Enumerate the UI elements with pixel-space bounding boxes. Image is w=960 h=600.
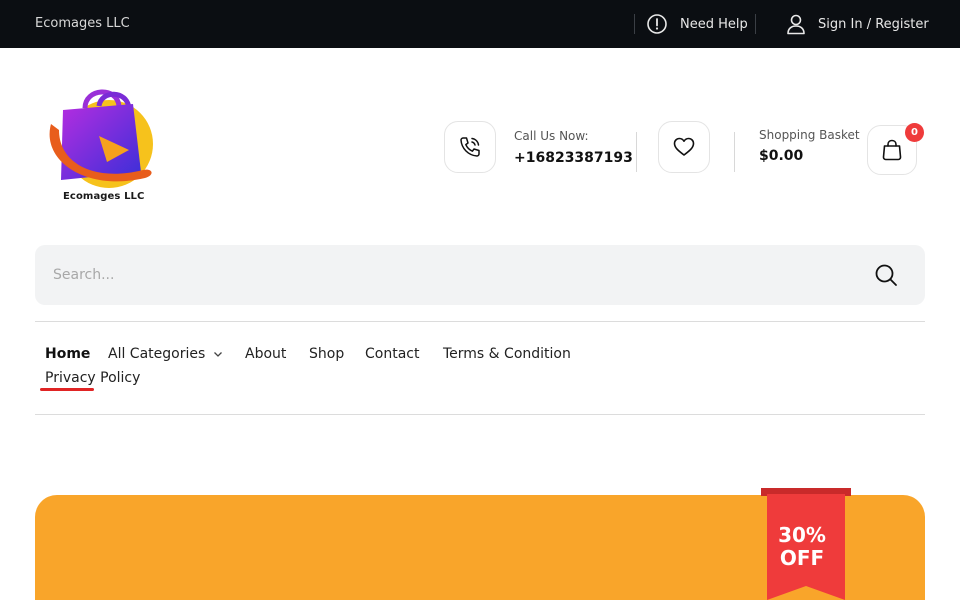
site-logo[interactable] [45,80,157,208]
search-input[interactable] [35,245,855,305]
discount-ribbon-text: 30% OFF [770,524,834,570]
basket-total: $0.00 [759,148,804,164]
user-icon [787,14,805,35]
nav-shop[interactable]: Shop [309,346,344,362]
search-icon [875,264,897,286]
nav-terms-condition[interactable]: Terms & Condition [443,346,571,362]
phone-number[interactable]: +16823387193 [514,150,633,166]
nav-active-underline [40,388,94,391]
nav-all-categories-label: All Categories [108,346,206,362]
nav-contact[interactable]: Contact [365,346,419,362]
header-divider [636,132,637,172]
shopping-bag-icon [882,139,902,161]
discount-off: OFF [779,546,825,570]
call-us-label: Call Us Now: [514,129,589,143]
nav-privacy-policy[interactable]: Privacy Policy [45,370,140,386]
nav-top-divider [35,321,925,322]
search-button[interactable] [873,262,899,288]
nav-about[interactable]: About [245,346,286,362]
shopping-bag-logo-icon [49,89,153,188]
chevron-down-icon [214,352,223,357]
need-help-link[interactable]: Need Help [646,13,748,35]
sign-in-register-label: Sign In / Register [818,16,929,32]
top-bar-brand: Ecomages LLC [35,16,130,31]
heart-icon [673,137,695,156]
alert-circle-icon [647,14,667,34]
cart-count-badge: 0 [905,123,924,142]
wishlist-button[interactable] [658,121,710,173]
phone-icon [460,137,480,157]
top-bar-divider [634,14,635,34]
nav-bottom-divider [35,414,925,415]
discount-percent: 30% [778,523,826,547]
sign-in-register-link[interactable]: Sign In / Register [786,13,929,35]
need-help-label: Need Help [680,16,748,32]
header-divider [734,132,735,172]
shopping-basket-label: Shopping Basket [759,128,860,142]
top-bar: Ecomages LLC Need Help Sign In / Registe… [0,0,960,48]
nav-home[interactable]: Home [45,346,90,362]
nav-all-categories[interactable]: All Categories [108,346,223,362]
top-bar-divider [755,14,756,34]
search-bar [35,245,925,305]
call-button[interactable] [444,121,496,173]
logo-text: Ecomages LLC [63,191,145,202]
